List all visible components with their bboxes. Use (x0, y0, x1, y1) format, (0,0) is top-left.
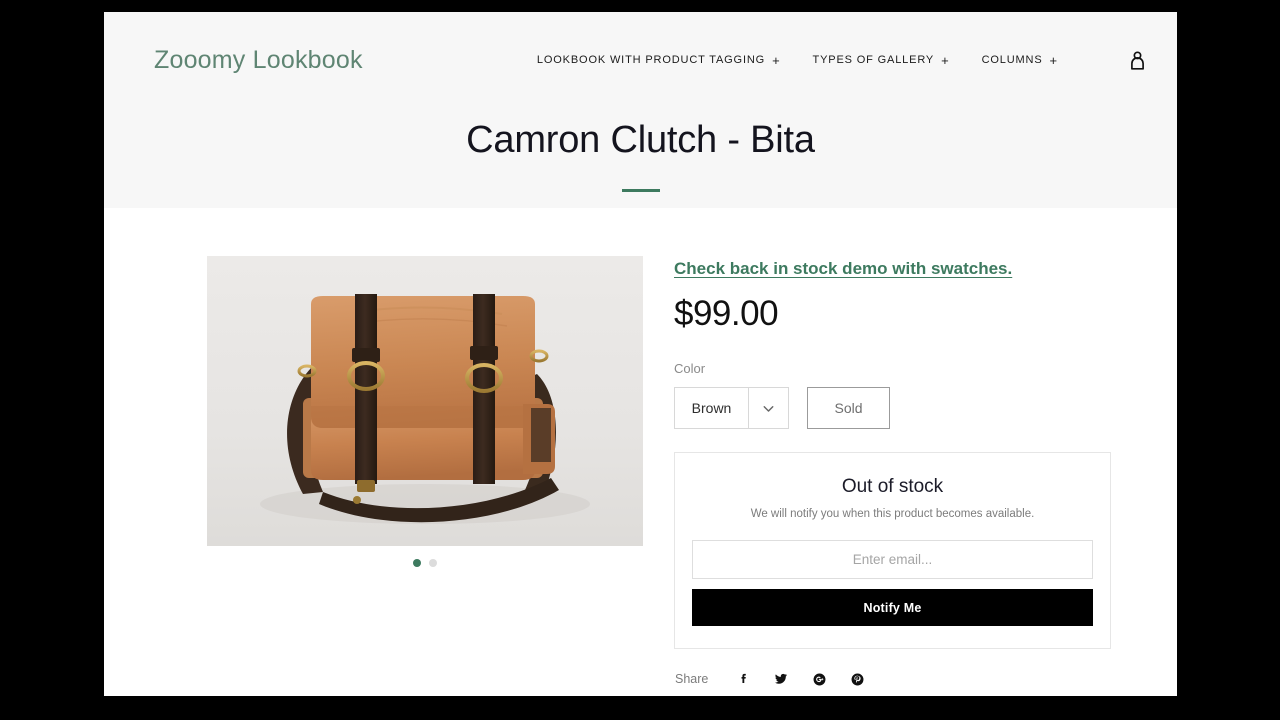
product-gallery (154, 256, 674, 688)
nav-item-lookbook-with-product-tagging[interactable]: LOOKBOOK WITH PRODUCT TAGGING + (537, 54, 781, 67)
out-of-stock-title: Out of stock (841, 476, 944, 498)
share-label: Share (675, 672, 709, 687)
carousel-dot-1[interactable] (413, 559, 421, 567)
nav-item-label: LOOKBOOK WITH PRODUCT TAGGING (536, 54, 766, 66)
account-button[interactable] (1124, 47, 1150, 73)
site-logo[interactable]: Zooomy Lookbook (154, 46, 363, 75)
site-header: Zooomy Lookbook LOOKBOOK WITH PRODUCT TA… (104, 12, 1177, 208)
page-title: Camron Clutch - Bita (466, 119, 815, 161)
main-navigation: LOOKBOOK WITH PRODUCT TAGGING + TYPES OF… (537, 47, 1150, 73)
product-image-graphic (207, 256, 643, 546)
pinterest-icon[interactable] (848, 670, 866, 688)
carousel-dots (207, 559, 643, 567)
plus-icon: + (772, 52, 781, 68)
product-price: $99.00 (674, 294, 779, 334)
product-info: Check back in stock demo with swatches. … (674, 256, 1111, 688)
sold-badge[interactable]: Sold (807, 387, 890, 430)
share-row: Share (674, 670, 1111, 688)
product-area: Check back in stock demo with swatches. … (104, 208, 1177, 688)
variant-row: Brown Sold (674, 387, 1111, 430)
header-bar: Zooomy Lookbook LOOKBOOK WITH PRODUCT TA… (104, 12, 1177, 108)
title-divider (621, 188, 660, 192)
out-of-stock-panel: Out of stock We will notify you when thi… (674, 452, 1111, 650)
page-title-block: Camron Clutch - Bita (104, 108, 1177, 192)
user-icon (1130, 50, 1144, 70)
color-variant-label: Color (674, 361, 706, 377)
product-image[interactable] (207, 256, 643, 546)
plus-icon: + (1049, 52, 1058, 68)
google-plus-icon[interactable] (810, 670, 828, 688)
page-frame: Zooomy Lookbook LOOKBOOK WITH PRODUCT TA… (104, 12, 1177, 696)
chevron-down-icon (748, 387, 789, 430)
nav-item-label: COLUMNS (981, 54, 1043, 66)
email-input[interactable] (692, 540, 1093, 580)
notify-me-button[interactable]: Notify Me (692, 589, 1093, 627)
nav-item-columns[interactable]: COLUMNS + (982, 54, 1058, 67)
color-select-value: Brown (674, 387, 748, 430)
nav-item-label: TYPES OF GALLERY (812, 54, 935, 66)
plus-icon: + (941, 52, 950, 68)
facebook-icon[interactable] (734, 670, 752, 688)
out-of-stock-subtitle: We will notify you when this product bec… (750, 508, 1035, 521)
color-select[interactable]: Brown (674, 387, 789, 430)
carousel-dot-2[interactable] (429, 559, 437, 567)
back-in-stock-link[interactable]: Check back in stock demo with swatches. (674, 258, 1012, 280)
nav-item-types-of-gallery[interactable]: TYPES OF GALLERY + (813, 54, 950, 67)
twitter-icon[interactable] (772, 670, 790, 688)
